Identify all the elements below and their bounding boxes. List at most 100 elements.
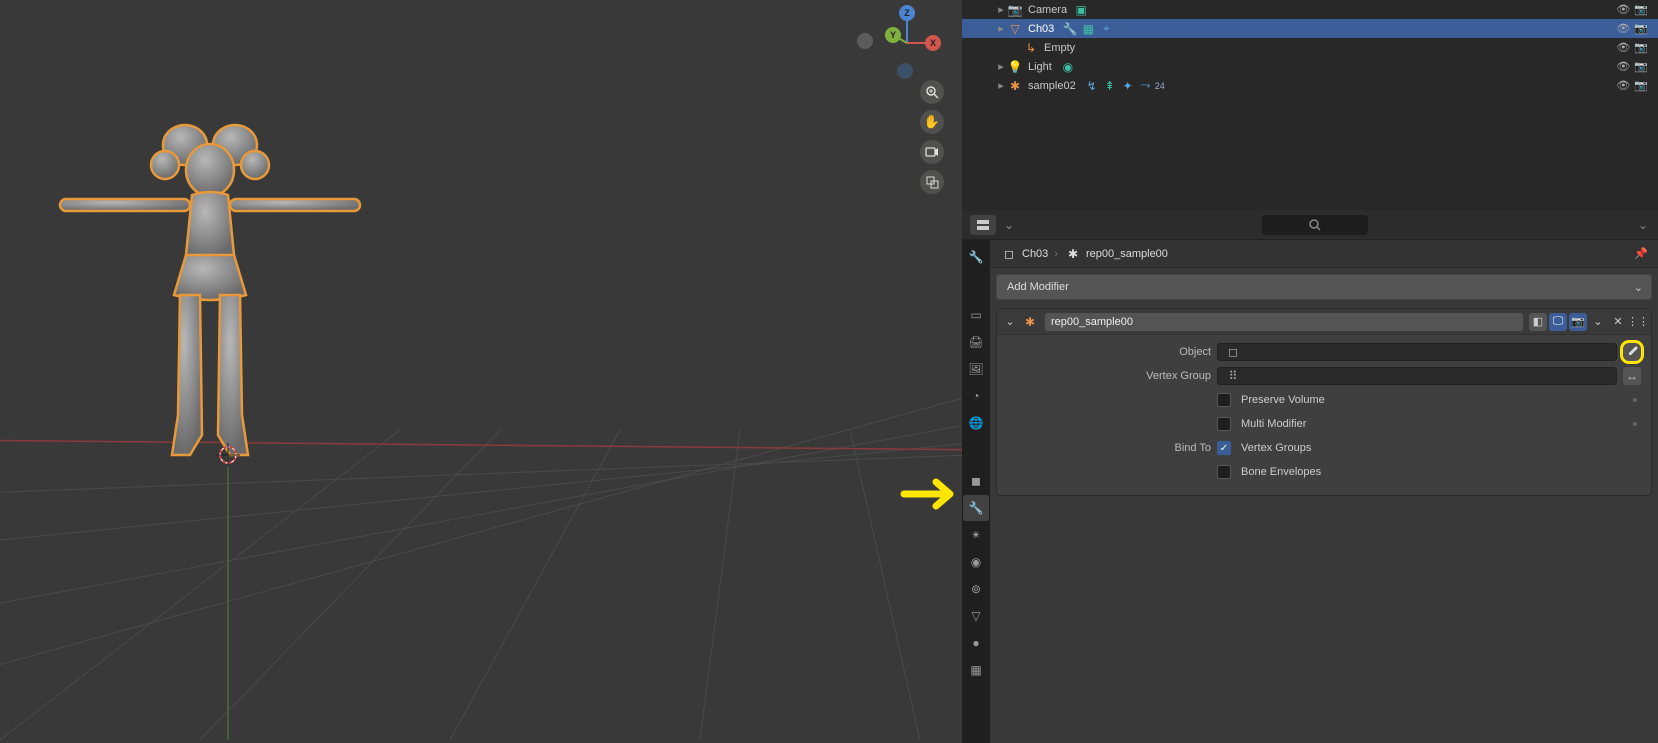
armature-modifier-icon: ✱ xyxy=(1022,314,1038,330)
outliner-row-empty[interactable]: ↳ Empty 👁 📷 xyxy=(962,38,1658,57)
drag-handle-icon[interactable]: ⋮⋮ xyxy=(1629,313,1647,331)
properties-search[interactable] xyxy=(1262,215,1368,235)
preserve-volume-checkbox[interactable] xyxy=(1217,393,1231,407)
render-icon[interactable]: 📷 xyxy=(1634,22,1648,35)
collapse-icon[interactable]: ⌄ xyxy=(1001,313,1019,331)
object-field[interactable]: ◻ xyxy=(1217,343,1617,361)
outliner-label: Ch03 xyxy=(1028,23,1054,35)
preserve-volume-label: Preserve Volume xyxy=(1241,394,1325,406)
tab-output[interactable]: 🖨 xyxy=(963,329,989,355)
bind-to-label: Bind To xyxy=(1007,442,1211,454)
viewport-3d[interactable]: Z Y X ✋ xyxy=(0,0,962,743)
pan-button[interactable]: ✋ xyxy=(920,110,944,134)
gizmo-axis-neg[interactable] xyxy=(857,33,873,49)
breadcrumb-object[interactable]: ◻ Ch03 xyxy=(1000,246,1048,262)
tab-viewlayer[interactable]: 🖼 xyxy=(963,356,989,382)
expand-icon[interactable]: ▸ xyxy=(996,60,1006,73)
armature-icon: ✱ xyxy=(1065,246,1081,262)
bone-count: 24 xyxy=(1155,81,1165,91)
modifier-body: Object ◻ Vertex Group ⠿ xyxy=(997,335,1651,495)
editor-type-selector[interactable] xyxy=(970,215,996,235)
properties-main: ◻ Ch03 › ✱ rep00_sample00 📌 Add Modifier… xyxy=(990,240,1658,743)
right-panel: ▸ 📷 Camera ▣ 👁 📷 ▸ ▽ Ch03 🔧 ▦ ⌖ 👁 📷 xyxy=(962,0,1658,743)
tab-texture[interactable]: ▦ xyxy=(963,657,989,683)
gizmo-axis-x[interactable]: X xyxy=(925,35,941,51)
mesh-icon: ▽ xyxy=(1007,21,1023,37)
tab-modifier[interactable]: 🔧 xyxy=(963,495,989,521)
tab-render[interactable]: ▭ xyxy=(963,302,989,328)
outliner-label: Light xyxy=(1028,61,1052,73)
anim-dot-icon[interactable] xyxy=(1633,398,1637,402)
bind-vertex-groups-row: Bind To ✓ Vertex Groups xyxy=(1007,437,1641,459)
object-picker-icon: ◻ xyxy=(1225,344,1241,360)
expand-icon[interactable]: ▸ xyxy=(996,22,1006,35)
armature-data-icon: ⇞ xyxy=(1102,78,1118,94)
tab-material[interactable]: ● xyxy=(963,630,989,656)
light-icon: 💡 xyxy=(1007,59,1023,75)
tab-world[interactable]: 🌐 xyxy=(963,410,989,436)
zoom-button[interactable] xyxy=(920,80,944,104)
render-icon[interactable]: 📷 xyxy=(1634,3,1648,16)
camera-view-button[interactable] xyxy=(920,140,944,164)
anim-dot-icon[interactable] xyxy=(1633,422,1637,426)
render-icon[interactable]: 📷 xyxy=(1634,60,1648,73)
tab-scene[interactable]: ◔ xyxy=(963,383,989,409)
properties-header: ⌄ ⌄ xyxy=(962,210,1658,240)
visibility-icon[interactable]: 👁 xyxy=(1616,22,1630,35)
outliner[interactable]: ▸ 📷 Camera ▣ 👁 📷 ▸ ▽ Ch03 🔧 ▦ ⌖ 👁 📷 xyxy=(962,0,1658,210)
tab-object[interactable]: ◼ xyxy=(963,468,989,494)
gizmo-axis-neg-z[interactable] xyxy=(897,63,913,79)
ortho-toggle-button[interactable] xyxy=(920,170,944,194)
breadcrumb: ◻ Ch03 › ✱ rep00_sample00 📌 xyxy=(990,240,1658,268)
visibility-icon[interactable]: 👁 xyxy=(1616,3,1630,16)
vertex-groups-checkbox[interactable]: ✓ xyxy=(1217,441,1231,455)
vertex-group-field[interactable]: ⠿ xyxy=(1217,367,1617,385)
visibility-icon[interactable]: 👁 xyxy=(1616,79,1630,92)
expand-icon[interactable]: ▸ xyxy=(996,79,1006,92)
visibility-icon[interactable]: 👁 xyxy=(1616,41,1630,54)
outliner-row-sample02[interactable]: ▸ ✱ sample02 ↯ ⇞ ✦ ⤳ 24 👁 📷 xyxy=(962,76,1658,95)
outliner-row-light[interactable]: ▸ 💡 Light ◉ 👁 📷 xyxy=(962,57,1658,76)
tab-tool[interactable]: 🔧 xyxy=(963,244,989,270)
multi-modifier-label: Multi Modifier xyxy=(1241,418,1306,430)
mode-realtime-icon[interactable]: 🖵 xyxy=(1549,313,1567,331)
eyedropper-button[interactable] xyxy=(1623,343,1641,361)
tab-data[interactable]: ▽ xyxy=(963,603,989,629)
gizmo-axis-y[interactable]: Y xyxy=(885,27,901,43)
camera-icon: 📷 xyxy=(1007,2,1023,18)
outliner-row-ch03[interactable]: ▸ ▽ Ch03 🔧 ▦ ⌖ 👁 📷 xyxy=(962,19,1658,38)
tab-physics[interactable]: ◉ xyxy=(963,549,989,575)
outliner-row-camera[interactable]: ▸ 📷 Camera ▣ 👁 📷 xyxy=(962,0,1658,19)
modifier-icon: ⌖ xyxy=(1098,21,1114,37)
expand-icon[interactable]: ▸ xyxy=(996,3,1006,16)
breadcrumb-object-label: Ch03 xyxy=(1022,248,1048,260)
character-mesh[interactable] xyxy=(50,115,370,475)
wrench-icon: 🔧 xyxy=(1062,21,1078,37)
invert-button[interactable]: ↔ xyxy=(1623,367,1641,385)
tab-spacer xyxy=(963,437,989,467)
render-icon[interactable]: 📷 xyxy=(1634,79,1648,92)
chevron-down-icon[interactable]: ⌄ xyxy=(1004,218,1014,232)
tab-spacer xyxy=(963,271,989,301)
nav-gizmo[interactable]: Z Y X xyxy=(867,5,947,85)
tab-constraints[interactable]: ⊚ xyxy=(963,576,989,602)
mode-edit-icon[interactable]: ◧ xyxy=(1529,313,1547,331)
options-chevron[interactable]: ⌄ xyxy=(1636,215,1650,235)
mode-render-icon[interactable]: 📷 xyxy=(1569,313,1587,331)
add-modifier-button[interactable]: Add Modifier xyxy=(996,274,1652,300)
extras-chevron-icon[interactable]: ⌄ xyxy=(1589,313,1607,331)
preserve-volume-row: Preserve Volume xyxy=(1007,389,1641,411)
visibility-icon[interactable]: 👁 xyxy=(1616,60,1630,73)
render-icon[interactable]: 📷 xyxy=(1634,41,1648,54)
camera-data-icon: ▣ xyxy=(1073,2,1089,18)
breadcrumb-modifier[interactable]: ✱ rep00_sample00 xyxy=(1064,246,1168,262)
bone-envelopes-checkbox[interactable] xyxy=(1217,465,1231,479)
outliner-label: Camera xyxy=(1028,4,1067,16)
properties-tabs: 🔧 ▭ 🖨 🖼 ◔ 🌐 ◼ 🔧 ✴ ◉ ⊚ ▽ ● ▦ xyxy=(962,240,990,743)
multi-modifier-checkbox[interactable] xyxy=(1217,417,1231,431)
modifier-name-field[interactable]: rep00_sample00 xyxy=(1045,313,1523,331)
pin-icon[interactable]: 📌 xyxy=(1634,247,1648,260)
gizmo-axis-z[interactable]: Z xyxy=(899,5,915,21)
tab-particles[interactable]: ✴ xyxy=(963,522,989,548)
close-icon[interactable]: ✕ xyxy=(1609,313,1627,331)
